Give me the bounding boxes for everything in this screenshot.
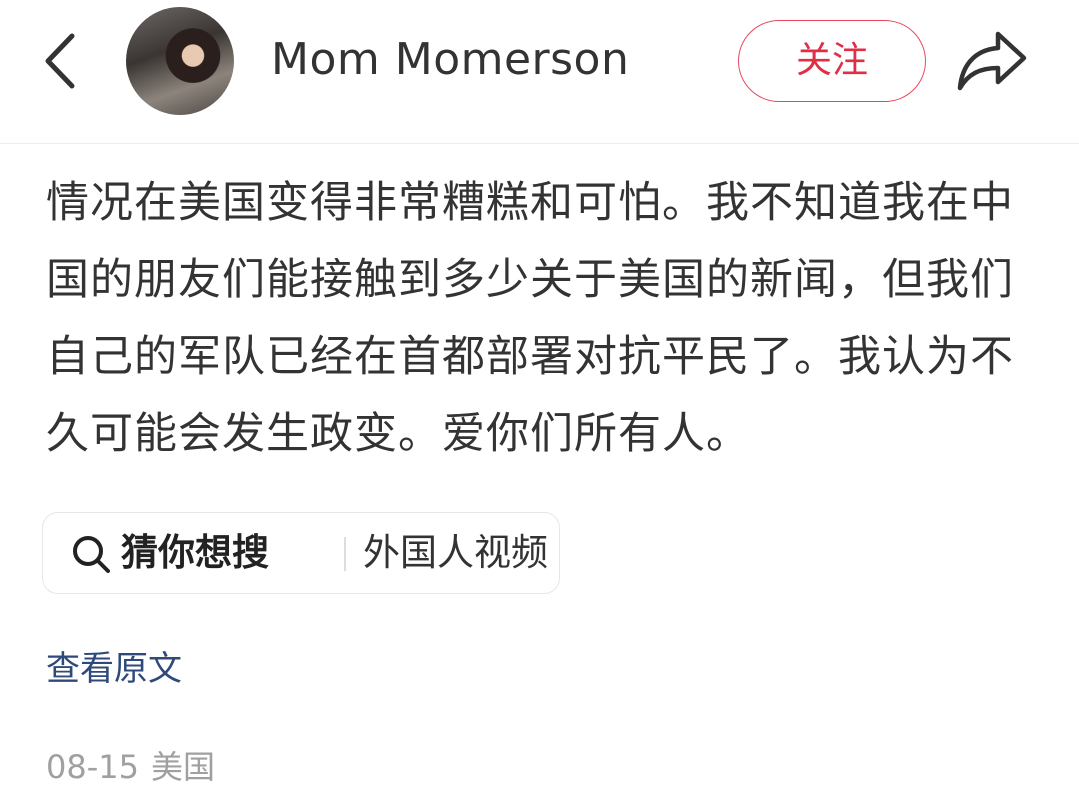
post-content: 情况在美国变得非常糟糕和可怕。我不知道我在中国的朋友们能接触到多少关于美国的新闻… bbox=[46, 178, 1014, 459]
top-bar: Mom Momerson 关注 bbox=[0, 0, 1079, 144]
avatar[interactable] bbox=[126, 7, 234, 115]
search-suggestion-chip[interactable]: 猜你想搜 外国人视频 bbox=[42, 512, 560, 594]
user-name[interactable]: Mom Momerson bbox=[271, 33, 629, 87]
search-suggestion-label: 猜你想搜 bbox=[121, 531, 269, 574]
back-button[interactable] bbox=[38, 30, 86, 92]
post-meta: 08-15 美国 bbox=[46, 744, 215, 790]
search-suggestion-term: 外国人视频 bbox=[363, 531, 548, 574]
search-icon bbox=[73, 536, 110, 573]
post-date: 08-15 bbox=[46, 748, 139, 786]
share-button[interactable] bbox=[954, 28, 1030, 94]
post-location: 美国 bbox=[150, 748, 215, 786]
chevron-left-icon bbox=[45, 33, 75, 89]
follow-button[interactable]: 关注 bbox=[738, 20, 926, 102]
view-original-link[interactable]: 查看原文 bbox=[46, 646, 182, 692]
chip-divider bbox=[344, 537, 346, 571]
share-arrow-icon bbox=[957, 31, 1027, 91]
